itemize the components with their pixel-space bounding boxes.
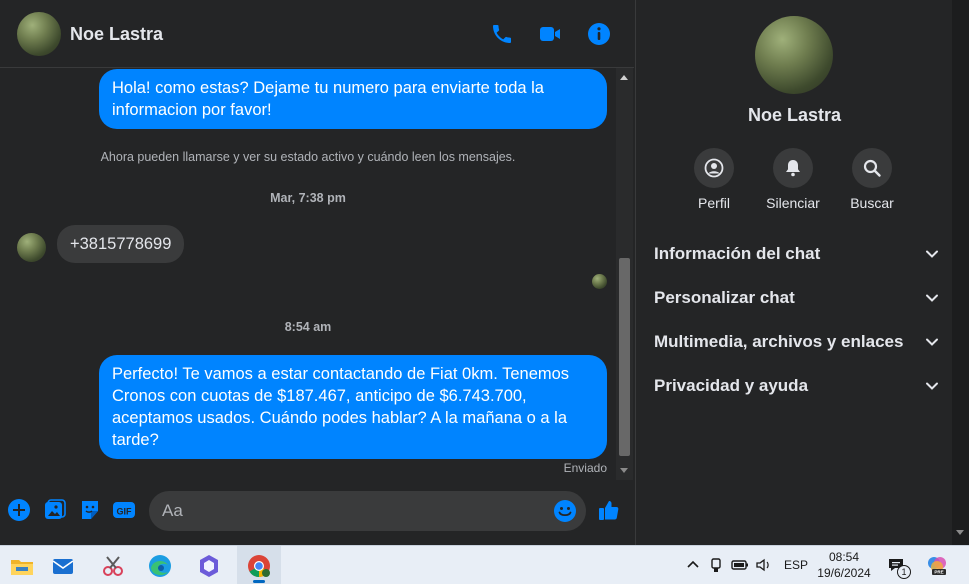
gif-icon[interactable]: GIF [112,498,136,522]
system-clock[interactable]: 08:54 19/6/2024 [812,549,876,581]
snipping-tool-icon[interactable] [91,546,135,584]
section-privacy-help[interactable]: Privacidad y ayuda [654,367,939,403]
chevron-down-icon [926,294,938,302]
outgoing-message[interactable]: Hola! como estas? Dejame tu numero para … [99,69,607,129]
volume-muted-icon[interactable] [755,556,773,574]
window-scrollbar[interactable] [952,0,969,545]
section-chat-info[interactable]: Información del chat [654,235,939,271]
scroll-down-arrow[interactable] [956,530,964,535]
show-hidden-icons-chevron-icon[interactable] [684,556,702,574]
read-receipt-avatar [592,274,607,289]
clock-date: 19/6/2024 [817,566,871,580]
notification-badge: 1 [897,565,911,579]
profile-button-label: Perfil [698,195,730,211]
search-button[interactable]: Buscar [832,148,912,211]
system-notice: Ahora pueden llamarse y ver su estado ac… [100,150,516,164]
timestamp-separator: 8:54 am [284,320,332,334]
info-icon[interactable] [587,22,611,46]
message-input-box[interactable] [149,491,586,531]
message-status: Enviado [563,461,607,475]
section-title: Privacidad y ayuda [654,376,809,395]
copilot-preview-icon[interactable]: PRE [926,554,948,576]
sender-avatar[interactable] [17,233,46,262]
clock-time: 08:54 [828,550,860,564]
section-title: Información del chat [654,244,821,263]
contact-name[interactable]: Noe Lastra [70,24,163,45]
windows-taskbar: ESP 08:54 19/6/2024 1 PRE [0,545,969,584]
message-input[interactable] [162,491,542,531]
sticker-icon[interactable] [78,498,102,522]
outgoing-message[interactable]: Perfecto! Te vamos a estar contactando d… [99,355,607,459]
incoming-message[interactable]: +3815778699 [57,225,185,263]
svg-text:GIF: GIF [117,507,133,517]
svg-text:PRE: PRE [934,570,943,575]
section-customize-chat[interactable]: Personalizar chat [654,279,939,315]
add-plus-icon[interactable] [7,498,31,522]
edge-browser-icon[interactable] [138,546,182,584]
profile-button[interactable]: Perfil [674,148,754,211]
message-scrollbar[interactable] [616,68,633,480]
scroll-up-arrow[interactable] [620,75,628,80]
search-button-label: Buscar [850,195,894,211]
bell-icon [786,160,800,177]
chevron-down-icon [926,382,938,390]
chrome-browser-icon[interactable] [237,546,281,584]
copilot-icon[interactable] [187,546,231,584]
conversation-info-panel: Noe Lastra Perfil Silenciar Buscar Infor… [635,0,952,545]
scroll-thumb[interactable] [619,258,630,456]
usb-device-icon[interactable] [707,556,725,574]
mail-icon[interactable] [41,546,85,584]
phone-call-icon[interactable] [490,22,514,46]
profile-name: Noe Lastra [747,105,842,125]
scroll-down-arrow[interactable] [620,468,628,473]
section-media-files-links[interactable]: Multimedia, archivos y enlaces [654,323,939,359]
chat-header: Noe Lastra [0,0,634,68]
input-language-indicator[interactable]: ESP [784,558,808,572]
mute-button-label: Silenciar [766,195,820,211]
profile-avatar[interactable] [755,16,833,94]
battery-icon[interactable] [731,556,749,574]
contact-avatar[interactable] [17,12,61,56]
composer: GIF [0,486,634,536]
user-circle-icon [704,158,724,178]
chat-panel: Noe Lastra Hola! como estas? Dejame tu n… [0,0,634,545]
video-call-icon[interactable] [538,22,562,46]
message-list[interactable]: Hola! como estas? Dejame tu numero para … [0,68,616,480]
emoji-icon[interactable] [553,499,577,523]
chevron-down-icon [926,250,938,258]
mute-button[interactable]: Silenciar [753,148,833,211]
section-title: Multimedia, archivos y enlaces [654,332,904,351]
search-icon [863,159,881,177]
file-explorer-icon[interactable] [0,546,44,584]
photo-gallery-icon[interactable] [43,498,67,522]
timestamp-separator: Mar, 7:38 pm [270,191,346,205]
thumbs-up-icon[interactable] [597,498,621,522]
chevron-down-icon [926,338,938,346]
section-title: Personalizar chat [654,288,795,307]
